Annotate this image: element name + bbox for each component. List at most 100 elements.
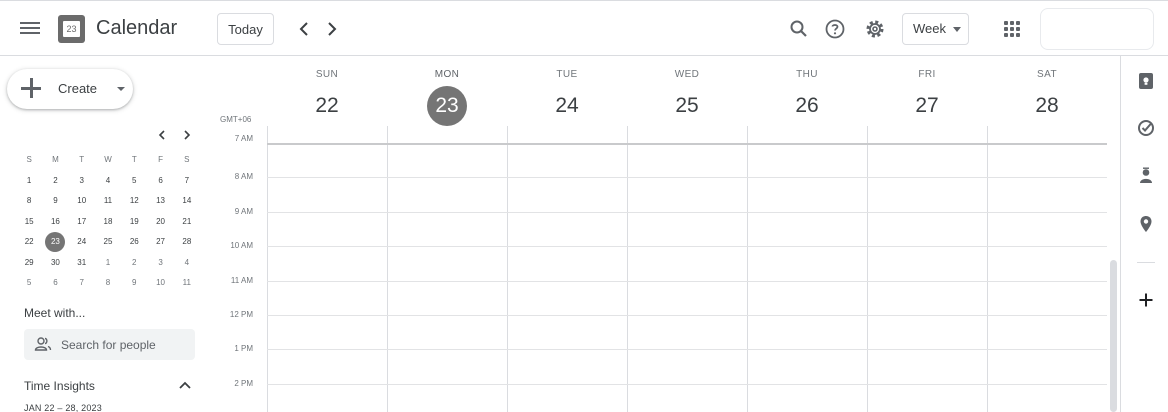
mini-calendar-day[interactable]: 22: [16, 232, 42, 253]
day-number[interactable]: 23: [427, 86, 467, 126]
mini-calendar-day[interactable]: 24: [69, 232, 95, 253]
settings-gear-icon[interactable]: [863, 17, 887, 41]
plus-icon: [20, 77, 42, 99]
mini-calendar-day[interactable]: 8: [16, 191, 42, 212]
mini-calendar-day[interactable]: 26: [121, 232, 147, 253]
chevron-left-icon[interactable]: [294, 17, 314, 41]
mini-calendar-day[interactable]: 18: [95, 212, 121, 233]
search-icon[interactable]: [787, 17, 811, 41]
hour-label: 7 AM: [234, 134, 253, 143]
mini-calendar-day[interactable]: 13: [147, 191, 173, 212]
mini-calendar-day-number: 28: [182, 237, 192, 246]
mini-calendar-day[interactable]: 28: [174, 232, 200, 253]
day-name: FRI: [918, 69, 936, 80]
mini-calendar-prev-icon[interactable]: [154, 127, 170, 143]
mini-calendar-day[interactable]: 2: [42, 171, 68, 192]
mini-calendar-day-number: 26: [129, 237, 139, 246]
mini-calendar-day[interactable]: 1: [16, 171, 42, 192]
mini-calendar-day[interactable]: 8: [95, 273, 121, 294]
mini-calendar-day[interactable]: 17: [69, 212, 95, 233]
mini-calendar-weekday: T: [79, 155, 85, 164]
mini-calendar-day[interactable]: 7: [69, 273, 95, 294]
day-number[interactable]: 25: [667, 86, 707, 126]
mini-calendar-day-number: 6: [53, 278, 58, 287]
day-number[interactable]: 22: [307, 86, 347, 126]
mini-calendar-day-number: 7: [184, 175, 190, 185]
today-button[interactable]: Today: [217, 13, 274, 45]
mini-calendar-day[interactable]: 15: [16, 212, 42, 233]
mini-calendar-day[interactable]: 20: [147, 212, 173, 233]
add-icon[interactable]: [1137, 291, 1155, 309]
tasks-icon[interactable]: [1137, 119, 1155, 137]
grid-scrollbar[interactable]: [1110, 260, 1117, 412]
mini-calendar-day[interactable]: 3: [69, 171, 95, 192]
mini-calendar-day[interactable]: 19: [121, 212, 147, 233]
mini-calendar-day[interactable]: 25: [95, 232, 121, 253]
mini-calendar-day[interactable]: 9: [121, 273, 147, 294]
day-column-divider: [387, 126, 388, 412]
mini-calendar-day-number: 13: [156, 196, 165, 205]
mini-calendar-day[interactable]: 29: [16, 253, 42, 274]
help-icon[interactable]: [823, 17, 847, 41]
calendar-logo-icon[interactable]: 23: [58, 15, 85, 43]
mini-calendar-day[interactable]: 2: [121, 253, 147, 274]
chevron-up-icon[interactable]: [177, 378, 193, 392]
mini-calendar-week-row: 29 30 31 1 2 3 4: [16, 253, 200, 274]
mini-calendar-day-number: 17: [77, 216, 87, 226]
mini-calendar-day[interactable]: 27: [147, 232, 173, 253]
mini-calendar-day[interactable]: 3: [147, 253, 173, 274]
mini-calendar-day[interactable]: 6: [147, 171, 173, 192]
mini-calendar-day-number: 3: [79, 175, 84, 185]
keep-icon[interactable]: [1137, 72, 1155, 90]
mini-calendar-day[interactable]: 30: [42, 253, 68, 274]
view-switcher-dropdown[interactable]: Week: [902, 13, 969, 45]
hour-gridline: [267, 383, 1107, 385]
mini-calendar-day-number: 31: [77, 257, 87, 267]
chevron-right-icon[interactable]: [322, 17, 342, 41]
mini-calendar-day[interactable]: 11: [174, 273, 200, 294]
mini-calendar-day-number: 4: [105, 175, 111, 185]
day-header-sat: SAT 28: [987, 68, 1107, 126]
mini-calendar-day[interactable]: 5: [121, 171, 147, 192]
mini-calendar-day[interactable]: 12: [121, 191, 147, 212]
mini-calendar-week-row: 1 2 3 4 5 6 7: [16, 171, 200, 192]
mini-calendar-day[interactable]: 23: [42, 232, 68, 253]
side-panel-divider: [1137, 262, 1155, 263]
mini-calendar-day[interactable]: 7: [174, 171, 200, 192]
mini-calendar-day-number: 9: [132, 278, 137, 287]
mini-calendar-next-icon[interactable]: [179, 127, 195, 143]
create-button[interactable]: Create: [7, 69, 133, 109]
mini-calendar-day[interactable]: 10: [147, 273, 173, 294]
hour-label: 8 AM: [234, 172, 253, 182]
day-header-thu: THU 26: [747, 68, 867, 126]
mini-calendar-day[interactable]: 14: [174, 191, 200, 212]
maps-icon[interactable]: [1137, 215, 1155, 233]
mini-calendar-day[interactable]: 4: [95, 171, 121, 192]
mini-calendar-day[interactable]: 21: [174, 212, 200, 233]
mini-calendar-day-number: 15: [24, 216, 34, 226]
hour-gridline: [267, 349, 1107, 351]
account-area[interactable]: [1040, 8, 1154, 50]
day-number[interactable]: 28: [1027, 86, 1067, 126]
mini-calendar-day[interactable]: 16: [42, 212, 68, 233]
google-apps-grid-icon[interactable]: [1004, 21, 1020, 37]
main-menu-icon[interactable]: [18, 19, 42, 39]
mini-calendar-day[interactable]: 5: [16, 273, 42, 294]
mini-calendar-day[interactable]: 31: [69, 253, 95, 274]
mini-calendar-day-number: 19: [129, 216, 139, 226]
week-grid[interactable]: 7 AM 8 AM 9 AM 10 AM 11 AM 12 PM 1 PM 2 PM: [200, 126, 1120, 412]
day-number[interactable]: 26: [787, 86, 827, 126]
day-number[interactable]: 24: [547, 86, 587, 126]
contacts-icon[interactable]: [1137, 167, 1155, 185]
mini-calendar-day-number: 2: [53, 175, 58, 185]
mini-calendar-day-number: 5: [26, 278, 32, 287]
mini-calendar-day[interactable]: 4: [174, 253, 200, 274]
search-people-input[interactable]: Search for people: [24, 329, 195, 360]
mini-calendar-day[interactable]: 6: [42, 273, 68, 294]
hour-label: 1 PM: [234, 344, 253, 354]
mini-calendar-day[interactable]: 1: [95, 253, 121, 274]
day-number[interactable]: 27: [907, 86, 947, 126]
mini-calendar-day[interactable]: 9: [42, 191, 68, 212]
mini-calendar-day[interactable]: 10: [69, 191, 95, 212]
mini-calendar-day[interactable]: 11: [95, 191, 121, 212]
